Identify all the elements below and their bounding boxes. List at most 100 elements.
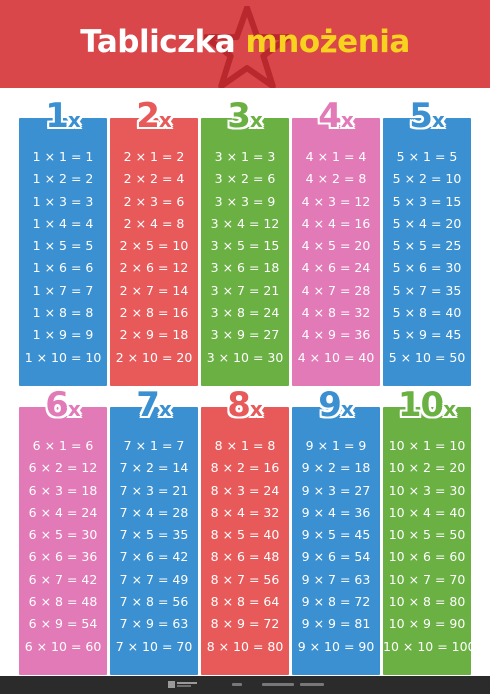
table-row: 10 × 2 = 20 bbox=[388, 460, 466, 476]
table-row: 6 × 2 = 12 bbox=[28, 460, 98, 476]
table-row: 10 × 8 = 80 bbox=[388, 594, 466, 610]
table-row: 5 × 7 = 35 bbox=[392, 282, 462, 298]
table-row: 1 × 7 = 7 bbox=[32, 282, 94, 298]
table-row: 8 × 1 = 8 bbox=[214, 438, 276, 453]
table-row: 7 × 5 = 35 bbox=[119, 527, 189, 543]
table-row: 1 × 4 = 4 bbox=[32, 215, 94, 231]
table-6x: 6x 6 × 1 = 6 6 × 2 = 12 6 × 3 = 18 6 × 4 = 2… bbox=[19, 385, 107, 675]
table-row: 6 × 6 = 36 bbox=[28, 549, 98, 565]
table-rows: 5 × 1 = 5 5 × 2 = 10 5 × 3 = 15 5 × 4 = 20 5… bbox=[383, 146, 471, 369]
table-row: 8 × 4 = 32 bbox=[210, 504, 280, 520]
table-heading-suffix: x bbox=[431, 108, 445, 132]
table-row: 9 × 1 = 9 bbox=[305, 438, 367, 453]
table-row: 6 × 8 = 48 bbox=[28, 594, 98, 610]
table-row: 5 × 1 = 5 bbox=[396, 149, 458, 164]
table-heading-suffix: x bbox=[443, 397, 457, 421]
table-row: 2 × 5 = 10 bbox=[119, 238, 189, 254]
table-row: 5 × 8 = 40 bbox=[392, 305, 462, 321]
table-row: 2 × 8 = 16 bbox=[119, 305, 189, 321]
table-row: 9 × 7 = 63 bbox=[301, 571, 371, 587]
table-heading-suffix: x bbox=[249, 108, 263, 132]
table-row: 3 × 2 = 6 bbox=[214, 171, 276, 187]
table-4x: 4x 4 × 1 = 4 4 × 2 = 8 4 × 3 = 12 4 × 4 = 16… bbox=[292, 96, 380, 386]
table-row: 9 × 2 = 18 bbox=[301, 460, 371, 476]
table-row: 1 × 1 = 1 bbox=[32, 149, 94, 164]
table-row: 10 × 3 = 30 bbox=[388, 482, 466, 498]
table-heading-suffix: x bbox=[340, 397, 354, 421]
table-10x: 10x 10 × 1 = 10 10 × 2 = 20 10 × 3 = 30 10 ×… bbox=[383, 385, 476, 675]
table-row: 7 × 3 = 21 bbox=[119, 482, 189, 498]
table-heading-number: 8 bbox=[227, 385, 251, 425]
table-row: 8 × 3 = 24 bbox=[210, 482, 280, 498]
table-row: 2 × 9 = 18 bbox=[119, 327, 189, 343]
table-rows: 6 × 1 = 6 6 × 2 = 12 6 × 3 = 18 6 × 4 = 24 6… bbox=[19, 435, 107, 658]
table-row: 6 × 7 = 42 bbox=[28, 571, 98, 587]
table-rows: 3 × 1 = 3 3 × 2 = 6 3 × 3 = 9 3 × 4 = 12 3 ×… bbox=[201, 146, 289, 369]
table-heading-number: 2 bbox=[136, 96, 160, 136]
table-7x: 7x 7 × 1 = 7 7 × 2 = 14 7 × 3 = 21 7 × 4 = 2… bbox=[110, 385, 198, 675]
table-row: 2 × 2 = 4 bbox=[123, 171, 185, 187]
table-heading: 9x bbox=[292, 385, 380, 425]
table-heading-suffix: x bbox=[340, 108, 354, 132]
table-rows: 2 × 1 = 2 2 × 2 = 4 2 × 3 = 6 2 × 4 = 8 2 × … bbox=[110, 146, 198, 369]
table-row: 8 × 9 = 72 bbox=[210, 616, 280, 632]
table-row: 2 × 7 = 14 bbox=[119, 282, 189, 298]
table-row: 9 × 10 = 90 bbox=[297, 638, 375, 654]
table-row: 4 × 2 = 8 bbox=[305, 171, 367, 187]
table-heading-suffix: x bbox=[158, 108, 172, 132]
table-row: 4 × 8 = 32 bbox=[301, 305, 371, 321]
table-row: 7 × 8 = 56 bbox=[119, 594, 189, 610]
table-rows: 8 × 1 = 8 8 × 2 = 16 8 × 3 = 24 8 × 4 = 32 8… bbox=[201, 435, 289, 658]
table-row: 10 × 9 = 90 bbox=[388, 616, 466, 632]
table-row: 7 × 4 = 28 bbox=[119, 504, 189, 520]
table-row: 3 × 10 = 30 bbox=[206, 349, 284, 365]
table-row: 9 × 6 = 54 bbox=[301, 549, 371, 565]
table-row: 7 × 9 = 63 bbox=[119, 616, 189, 632]
table-heading-number: 10 bbox=[397, 385, 444, 425]
table-row: 6 × 3 = 18 bbox=[28, 482, 98, 498]
table-heading-number: 6 bbox=[45, 385, 69, 425]
multiplication-tables-grid: 1x 1 × 1 = 11 × 2 = 21 × 3 = 31 × 4 = 41 … bbox=[0, 0, 490, 694]
table-1x: 1x 1 × 1 = 11 × 2 = 21 × 3 = 31 × 4 = 41 … bbox=[19, 96, 107, 386]
table-row: 5 × 2 = 10 bbox=[392, 171, 462, 187]
table-heading: 10x bbox=[383, 385, 471, 425]
table-row: 4 × 10 = 40 bbox=[297, 349, 375, 365]
table-heading-suffix: x bbox=[158, 397, 172, 421]
table-8x: 8x 8 × 1 = 8 8 × 2 = 16 8 × 3 = 24 8 × 4 = 3… bbox=[201, 385, 289, 675]
table-row: 9 × 3 = 27 bbox=[301, 482, 371, 498]
table-row: 1 × 5 = 5 bbox=[32, 238, 94, 254]
table-heading-number: 1 bbox=[45, 96, 69, 136]
table-row: 7 × 1 = 7 bbox=[123, 438, 185, 453]
table-row: 7 × 7 = 49 bbox=[119, 571, 189, 587]
table-row: 2 × 1 = 2 bbox=[123, 149, 185, 164]
table-row: 10 × 10 = 100 bbox=[383, 638, 476, 654]
table-heading-suffix: x bbox=[67, 108, 81, 132]
table-rows: 7 × 1 = 7 7 × 2 = 14 7 × 3 = 21 7 × 4 = 28 7… bbox=[110, 435, 198, 658]
table-row: 6 × 4 = 24 bbox=[28, 504, 98, 520]
table-row: 9 × 4 = 36 bbox=[301, 504, 371, 520]
footer-mark bbox=[300, 683, 324, 686]
table-row: 4 × 5 = 20 bbox=[301, 238, 371, 254]
table-row: 3 × 4 = 12 bbox=[210, 215, 280, 231]
table-row: 4 × 1 = 4 bbox=[305, 149, 367, 164]
table-row: 6 × 9 = 54 bbox=[28, 616, 98, 632]
table-row: 8 × 6 = 48 bbox=[210, 549, 280, 565]
table-row: 2 × 6 = 12 bbox=[119, 260, 189, 276]
table-row: 3 × 8 = 24 bbox=[210, 305, 280, 321]
table-9x: 9x 9 × 1 = 9 9 × 2 = 18 9 × 3 = 27 9 × 4 = 3… bbox=[292, 385, 380, 675]
table-rows: 9 × 1 = 9 9 × 2 = 18 9 × 3 = 27 9 × 4 = 36 9… bbox=[292, 435, 380, 658]
table-row: 2 × 3 = 6 bbox=[123, 193, 185, 209]
table-row: 8 × 8 = 64 bbox=[210, 594, 280, 610]
table-row: 8 × 5 = 40 bbox=[210, 527, 280, 543]
table-rows: 10 × 1 = 10 10 × 2 = 20 10 × 3 = 30 10 × 4 … bbox=[383, 435, 476, 658]
table-row: 4 × 4 = 16 bbox=[301, 215, 371, 231]
table-row: 10 × 1 = 10 bbox=[388, 438, 466, 453]
table-heading-suffix: x bbox=[67, 397, 81, 421]
table-rows: 4 × 1 = 4 4 × 2 = 8 4 × 3 = 12 4 × 4 = 16 4 … bbox=[292, 146, 380, 369]
table-row: 3 × 7 = 21 bbox=[210, 282, 280, 298]
table-row: 5 × 9 = 45 bbox=[392, 327, 462, 343]
table-row: 7 × 2 = 14 bbox=[119, 460, 189, 476]
table-heading: 6x bbox=[19, 385, 107, 425]
table-row: 10 × 5 = 50 bbox=[388, 527, 466, 543]
table-row: 1 × 10 = 10 bbox=[24, 349, 102, 365]
